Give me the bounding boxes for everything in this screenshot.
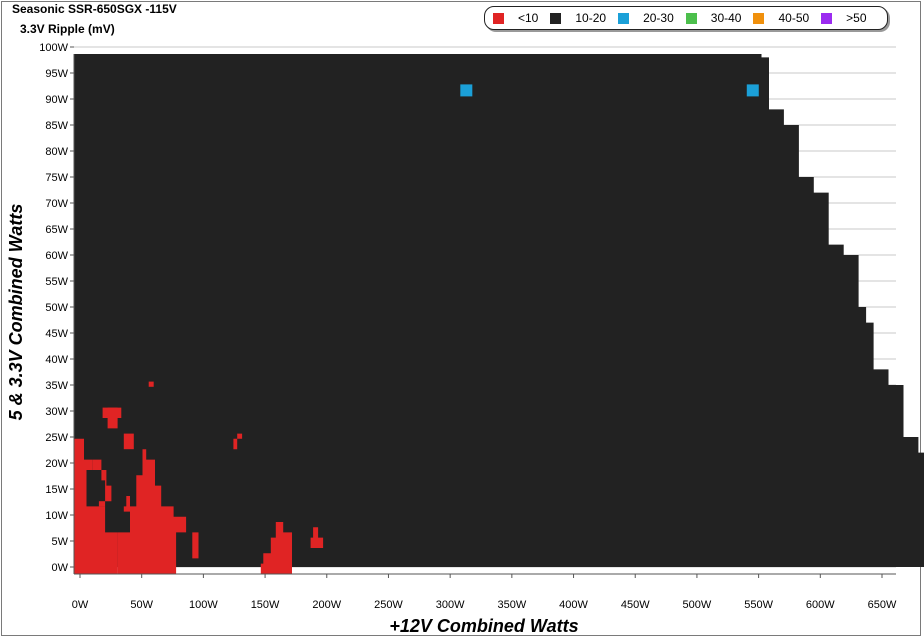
y-tick-label: 70W xyxy=(45,198,68,210)
cell-20-30 xyxy=(460,84,473,97)
heatmap-chart: 0W 5W 10W 15W 20W 25W 30W 35W 40W 45W 50W 55W 60W 65W… xyxy=(6,42,924,636)
y-tick-label: 20W xyxy=(45,458,68,470)
y-tick-label: 35W xyxy=(45,380,68,392)
x-tick-label: 600W xyxy=(806,599,835,611)
y-tick-label: 15W xyxy=(45,484,68,496)
x-tick-label: 400W xyxy=(559,599,588,611)
x-tick-label: 650W xyxy=(868,599,897,611)
cell-20-30 xyxy=(746,84,759,97)
y-tick-label: 60W xyxy=(45,250,68,262)
x-tick-label: 550W xyxy=(744,599,773,611)
x-tick-label: 100W xyxy=(189,599,218,611)
x-tick-label: 150W xyxy=(251,599,280,611)
y-tick-label: 5W xyxy=(52,536,69,548)
y-tick-label: 40W xyxy=(45,354,68,366)
y-tick-label: 100W xyxy=(39,42,68,54)
y-tick-label: 75W xyxy=(45,172,68,184)
x-tick-label: 0W xyxy=(72,599,89,611)
y-tick-label: 80W xyxy=(45,146,68,158)
x-tick-label: 50W xyxy=(130,599,153,611)
y-tick-label: 95W xyxy=(45,68,68,80)
x-tick-label: 300W xyxy=(436,599,465,611)
region-below-10 xyxy=(123,433,134,450)
y-tick-label: 90W xyxy=(45,94,68,106)
x-axis-title: +12V Combined Watts xyxy=(389,616,578,636)
x-tick-label: 450W xyxy=(621,599,650,611)
y-tick-label: 25W xyxy=(45,432,68,444)
y-tick-label: 85W xyxy=(45,120,68,132)
y-tick-label: 10W xyxy=(45,510,68,522)
x-tick-label: 200W xyxy=(312,599,341,611)
y-axis-title: 5 & 3.3V Combined Watts xyxy=(6,204,26,421)
x-tick-label: 500W xyxy=(683,599,712,611)
x-tick-label: 250W xyxy=(374,599,403,611)
y-tick-label: 50W xyxy=(45,302,68,314)
y-tick-label: 65W xyxy=(45,224,68,236)
x-tick-label: 350W xyxy=(497,599,526,611)
y-tick-label: 45W xyxy=(45,328,68,340)
region-10-20 xyxy=(74,54,924,567)
y-tick-label: 0W xyxy=(52,562,69,574)
y-tick-label: 55W xyxy=(45,276,68,288)
y-tick-label: 30W xyxy=(45,406,68,418)
region-below-10 xyxy=(98,501,106,507)
region-below-10 xyxy=(148,381,154,387)
